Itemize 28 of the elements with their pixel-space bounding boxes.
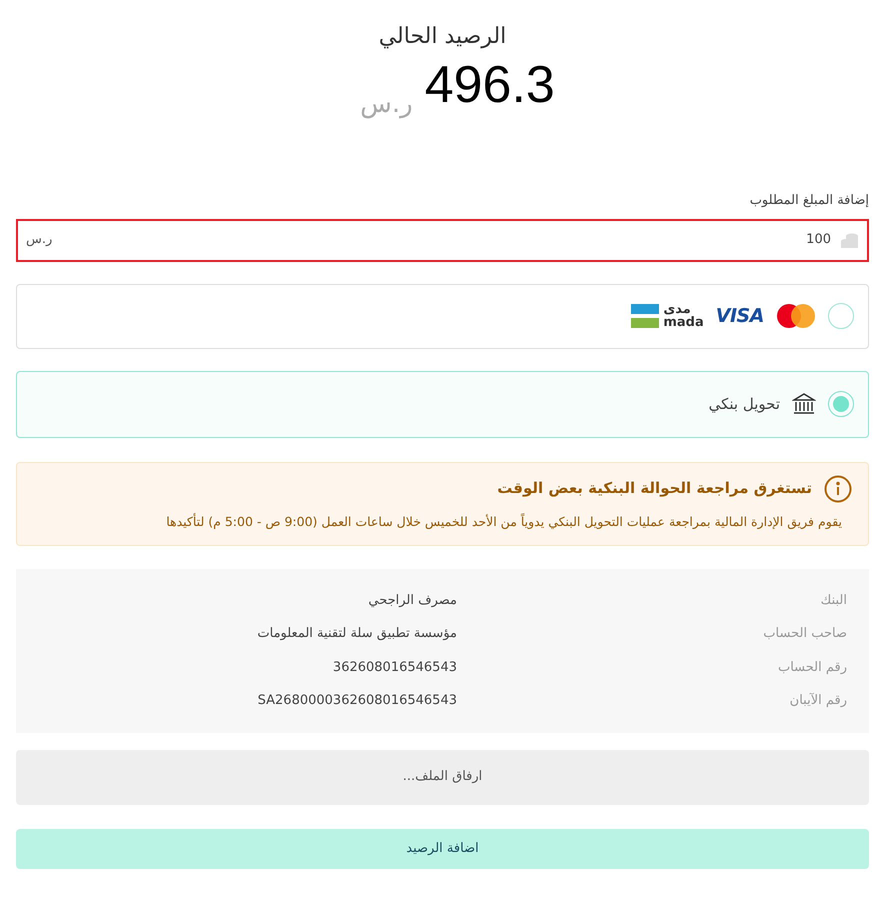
visa-logo: VISA [716, 306, 764, 326]
radio-button[interactable] [828, 303, 854, 329]
info-icon [824, 474, 852, 502]
currency-label: ر.س [360, 91, 413, 117]
notice-text: يقوم فريق الإدارة المالية بمراجعة عمليات التحويل البنكي يدوياً من الأحد للخميس خلال ساعات العمل (9:00 ص - 5:00 م) لتأكيدها [165, 512, 843, 531]
mada-logo-arabic: مدى [663, 303, 691, 316]
detail-label: البنك [820, 592, 847, 610]
amount-label: إضافة المبلغ المطلوب [748, 192, 869, 210]
detail-value: 362608016546543 [332, 658, 457, 676]
attach-file-button[interactable]: ارفاق الملف... [16, 750, 869, 804]
option-label: تحويل بنكي [708, 394, 780, 415]
currency-label: ر.س [26, 231, 52, 250]
detail-label: رقم الحساب [776, 658, 847, 676]
notice-title: تستغرق مراجعة الحوالة البنكية بعض الوقت [497, 478, 812, 500]
mada-icon [631, 304, 660, 328]
detail-label: صاحب الحساب [762, 625, 847, 643]
balance-amount: 496.3 [424, 59, 555, 111]
payment-option[interactable]: تحويل بنكي [16, 370, 869, 438]
bank-icon [792, 393, 816, 415]
add-balance-button[interactable]: اضافة الرصيد [16, 828, 869, 868]
detail-label: رقم الآيبان [788, 692, 847, 710]
detail-value: SA2680000362608016546543 [258, 692, 457, 710]
mada-logo: mada [663, 316, 704, 329]
detail-value: مصرف الراجحي [368, 592, 457, 610]
mastercard-icon [776, 303, 816, 329]
radio-button[interactable] [828, 391, 854, 417]
balance-title: الرصيد الحالي [378, 23, 506, 51]
detail-value: مؤسسة تطبيق سلة لتقنية المعلومات [257, 625, 457, 643]
